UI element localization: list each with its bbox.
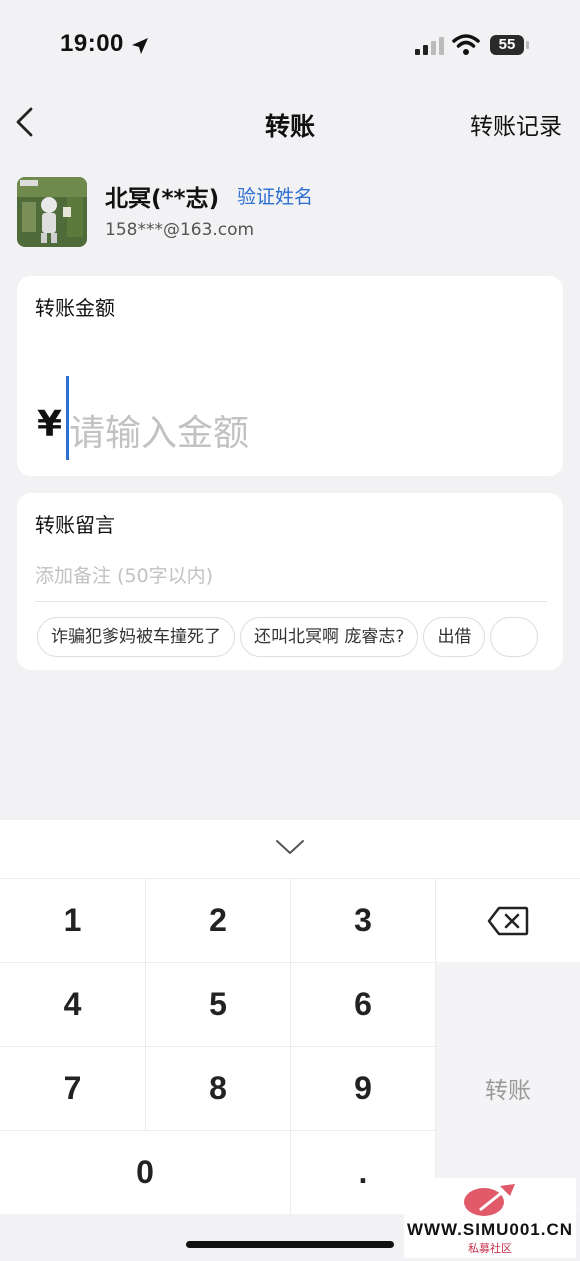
transfer-history-link[interactable]: 转账记录 [470, 107, 562, 141]
key-7[interactable]: 7 [0, 1046, 146, 1130]
status-time: 19:00 [60, 30, 124, 57]
key-5[interactable]: 5 [146, 962, 291, 1046]
key-6[interactable]: 6 [291, 962, 436, 1046]
suggestion-chip[interactable]: 出借 [423, 617, 486, 657]
currency-symbol: ¥ [37, 404, 63, 445]
key-9[interactable]: 9 [291, 1046, 436, 1130]
battery-icon: 55 [490, 35, 524, 55]
amount-card: 转账金额 ¥ 请输入金额 [17, 276, 563, 476]
watermark-subtext: 私募社区 [468, 1242, 512, 1255]
key-2[interactable]: 2 [146, 878, 291, 962]
status-bar: 19:00 55 [0, 0, 580, 90]
amount-input[interactable]: 请输入金额 [69, 404, 249, 456]
key-0[interactable]: 0 [0, 1130, 291, 1214]
cellular-signal-icon [415, 37, 444, 55]
chevron-down-icon[interactable] [274, 838, 306, 856]
delete-key[interactable] [436, 878, 580, 962]
payee-account: 158***@163.com [105, 220, 255, 240]
suggestion-chip[interactable] [490, 617, 539, 657]
key-3[interactable]: 3 [291, 878, 436, 962]
suggestion-chip[interactable]: 还叫北冥啊 庞睿志? [240, 617, 419, 657]
backspace-icon [487, 906, 529, 935]
key-1[interactable]: 1 [0, 878, 146, 962]
battery-level: 55 [498, 36, 516, 53]
key-4[interactable]: 4 [0, 962, 146, 1046]
key-8[interactable]: 8 [146, 1046, 291, 1130]
message-input[interactable]: 添加备注 (50字以内) [35, 561, 213, 588]
watermark-text: WWW.SIMU001.CN [406, 1220, 574, 1239]
wifi-icon [452, 34, 480, 55]
payee-info: 北冥(**志) 验证姓名 158***@163.com [17, 177, 563, 249]
watermark: WWW.SIMU001.CN 私募社区 [404, 1178, 576, 1258]
message-label: 转账留言 [35, 513, 115, 537]
suggestion-chip[interactable]: 诈骗犯爹妈被车撞死了 [37, 617, 235, 657]
message-suggestions: 诈骗犯爹妈被车撞死了 还叫北冥啊 庞睿志? 出借 [37, 617, 563, 659]
home-indicator[interactable] [186, 1241, 394, 1248]
avatar [17, 177, 87, 247]
verify-name-link[interactable]: 验证姓名 [237, 182, 313, 209]
message-card: 转账留言 添加备注 (50字以内) 诈骗犯爹妈被车撞死了 还叫北冥啊 庞睿志? 出借 [17, 493, 563, 670]
transfer-submit-button[interactable]: 转账 [436, 962, 580, 1214]
location-arrow-icon [132, 38, 148, 54]
amount-label: 转账金额 [35, 296, 115, 320]
battery-nub [526, 41, 529, 49]
watermark-logo-icon [464, 1184, 515, 1216]
avatar-image [17, 177, 87, 247]
payee-name: 北冥(**志) [105, 186, 220, 212]
nav-bar: 转账 转账记录 [0, 95, 580, 151]
divider [35, 601, 547, 602]
